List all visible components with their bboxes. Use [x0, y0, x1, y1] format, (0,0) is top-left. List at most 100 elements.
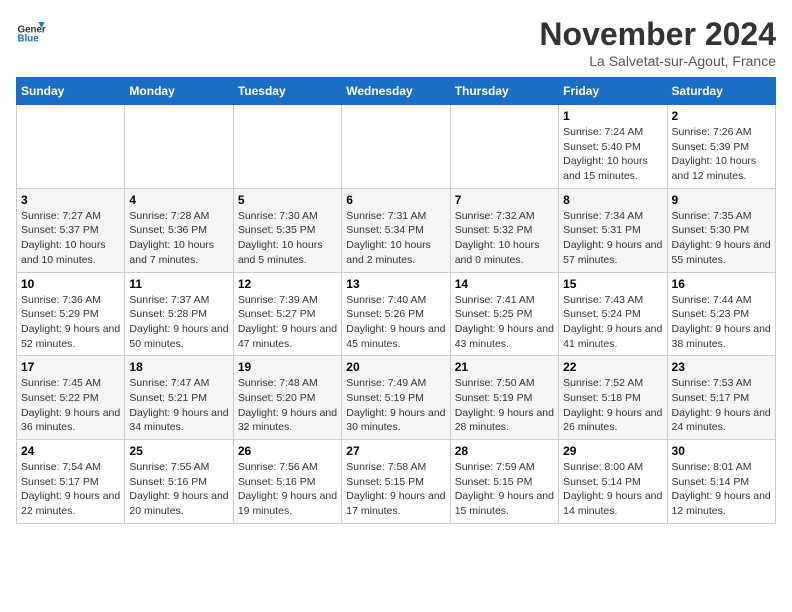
- calendar-cell: 6Sunrise: 7:31 AM Sunset: 5:34 PM Daylig…: [342, 188, 450, 272]
- day-info: Sunrise: 7:56 AM Sunset: 5:16 PM Dayligh…: [238, 460, 337, 519]
- calendar-cell: 3 Sunrise: 7:27 AM Sunset: 5:37 PM Daylig…: [17, 188, 125, 272]
- calendar-cell: 14Sunrise: 7:41 AM Sunset: 5:25 PM Dayli…: [450, 272, 558, 356]
- calendar-header-row: SundayMondayTuesdayWednesdayThursdayFrid…: [17, 78, 776, 105]
- day-info: Sunrise: 7:34 AM Sunset: 5:31 PM Dayligh…: [563, 209, 662, 268]
- calendar-cell: 16Sunrise: 7:44 AM Sunset: 5:23 PM Dayli…: [667, 272, 775, 356]
- day-info: Sunrise: 7:24 AM Sunset: 5:40 PM Dayligh…: [563, 125, 662, 184]
- weekday-header-saturday: Saturday: [667, 78, 775, 105]
- day-info: Sunrise: 7:35 AM Sunset: 5:30 PM Dayligh…: [672, 209, 771, 268]
- day-info: Sunrise: 7:54 AM Sunset: 5:17 PM Dayligh…: [21, 460, 120, 519]
- calendar-cell: 25 Sunrise: 7:55 AM Sunset: 5:16 PM Dayli…: [125, 440, 233, 524]
- svg-text:Blue: Blue: [18, 34, 40, 45]
- day-number: 19: [238, 360, 337, 374]
- calendar-cell: 9 Sunrise: 7:35 AM Sunset: 5:30 PM Daylig…: [667, 188, 775, 272]
- calendar-cell: 15 Sunrise: 7:43 AM Sunset: 5:24 PM Dayli…: [559, 272, 667, 356]
- calendar-cell: 20Sunrise: 7:49 AM Sunset: 5:19 PM Dayli…: [342, 356, 450, 440]
- calendar-cell: 8 Sunrise: 7:34 AM Sunset: 5:31 PM Daylig…: [559, 188, 667, 272]
- day-number: 7: [455, 193, 554, 207]
- logo: General Blue: [16, 16, 46, 46]
- day-number: 22: [563, 360, 662, 374]
- calendar-cell: 10Sunrise: 7:36 AM Sunset: 5:29 PM Dayli…: [17, 272, 125, 356]
- calendar-cell: 26 Sunrise: 7:56 AM Sunset: 5:16 PM Dayli…: [233, 440, 341, 524]
- day-info: Sunrise: 8:00 AM Sunset: 5:14 PM Dayligh…: [563, 460, 662, 519]
- calendar-cell: 12 Sunrise: 7:39 AM Sunset: 5:27 PM Dayli…: [233, 272, 341, 356]
- calendar-cell: 29 Sunrise: 8:00 AM Sunset: 5:14 PM Dayli…: [559, 440, 667, 524]
- day-info: Sunrise: 7:45 AM Sunset: 5:22 PM Dayligh…: [21, 376, 120, 435]
- weekday-header-sunday: Sunday: [17, 78, 125, 105]
- day-number: 17: [21, 360, 120, 374]
- day-info: Sunrise: 7:52 AM Sunset: 5:18 PM Dayligh…: [563, 376, 662, 435]
- location: La Salvetat-sur-Agout, France: [539, 53, 776, 69]
- calendar-cell: 13 Sunrise: 7:40 AM Sunset: 5:26 PM Dayli…: [342, 272, 450, 356]
- day-number: 28: [455, 444, 554, 458]
- calendar-cell: 4 Sunrise: 7:28 AM Sunset: 5:36 PM Daylig…: [125, 188, 233, 272]
- day-info: Sunrise: 7:39 AM Sunset: 5:27 PM Dayligh…: [238, 293, 337, 352]
- calendar-cell: 11Sunrise: 7:37 AM Sunset: 5:28 PM Dayli…: [125, 272, 233, 356]
- calendar-week-1: 1 Sunrise: 7:24 AM Sunset: 5:40 PM Daylig…: [17, 105, 776, 189]
- calendar-cell: 17 Sunrise: 7:45 AM Sunset: 5:22 PM Dayli…: [17, 356, 125, 440]
- day-number: 5: [238, 193, 337, 207]
- calendar-cell: 7Sunrise: 7:32 AM Sunset: 5:32 PM Daylig…: [450, 188, 558, 272]
- calendar-cell: [17, 105, 125, 189]
- day-number: 29: [563, 444, 662, 458]
- day-number: 3: [21, 193, 120, 207]
- day-info: Sunrise: 7:27 AM Sunset: 5:37 PM Dayligh…: [21, 209, 120, 268]
- day-info: Sunrise: 7:53 AM Sunset: 5:17 PM Dayligh…: [672, 376, 771, 435]
- day-number: 4: [129, 193, 228, 207]
- day-info: Sunrise: 7:58 AM Sunset: 5:15 PM Dayligh…: [346, 460, 445, 519]
- day-number: 6: [346, 193, 445, 207]
- day-info: Sunrise: 7:47 AM Sunset: 5:21 PM Dayligh…: [129, 376, 228, 435]
- day-number: 10: [21, 277, 120, 291]
- calendar-table: SundayMondayTuesdayWednesdayThursdayFrid…: [16, 77, 776, 524]
- weekday-header-monday: Monday: [125, 78, 233, 105]
- day-number: 24: [21, 444, 120, 458]
- day-number: 15: [563, 277, 662, 291]
- day-info: Sunrise: 7:48 AM Sunset: 5:20 PM Dayligh…: [238, 376, 337, 435]
- weekday-header-thursday: Thursday: [450, 78, 558, 105]
- calendar-week-5: 24 Sunrise: 7:54 AM Sunset: 5:17 PM Dayli…: [17, 440, 776, 524]
- day-number: 11: [129, 277, 228, 291]
- weekday-header-wednesday: Wednesday: [342, 78, 450, 105]
- day-number: 2: [672, 109, 771, 123]
- calendar-cell: 2 Sunrise: 7:26 AM Sunset: 5:39 PM Daylig…: [667, 105, 775, 189]
- month-title: November 2024: [539, 16, 776, 53]
- calendar-cell: [450, 105, 558, 189]
- calendar-cell: 28 Sunrise: 7:59 AM Sunset: 5:15 PM Dayli…: [450, 440, 558, 524]
- calendar-cell: [125, 105, 233, 189]
- day-info: Sunrise: 7:40 AM Sunset: 5:26 PM Dayligh…: [346, 293, 445, 352]
- day-info: Sunrise: 7:28 AM Sunset: 5:36 PM Dayligh…: [129, 209, 228, 268]
- day-info: Sunrise: 7:59 AM Sunset: 5:15 PM Dayligh…: [455, 460, 554, 519]
- calendar-cell: 27Sunrise: 7:58 AM Sunset: 5:15 PM Dayli…: [342, 440, 450, 524]
- weekday-header-tuesday: Tuesday: [233, 78, 341, 105]
- day-number: 18: [129, 360, 228, 374]
- calendar-cell: 18 Sunrise: 7:47 AM Sunset: 5:21 PM Dayli…: [125, 356, 233, 440]
- day-number: 1: [563, 109, 662, 123]
- day-info: Sunrise: 7:55 AM Sunset: 5:16 PM Dayligh…: [129, 460, 228, 519]
- day-number: 20: [346, 360, 445, 374]
- day-number: 30: [672, 444, 771, 458]
- calendar-cell: 21 Sunrise: 7:50 AM Sunset: 5:19 PM Dayli…: [450, 356, 558, 440]
- calendar-cell: 22 Sunrise: 7:52 AM Sunset: 5:18 PM Dayli…: [559, 356, 667, 440]
- calendar-cell: [342, 105, 450, 189]
- calendar-cell: 24 Sunrise: 7:54 AM Sunset: 5:17 PM Dayli…: [17, 440, 125, 524]
- calendar-week-4: 17 Sunrise: 7:45 AM Sunset: 5:22 PM Dayli…: [17, 356, 776, 440]
- day-info: Sunrise: 7:50 AM Sunset: 5:19 PM Dayligh…: [455, 376, 554, 435]
- calendar-cell: 23 Sunrise: 7:53 AM Sunset: 5:17 PM Dayli…: [667, 356, 775, 440]
- day-number: 8: [563, 193, 662, 207]
- day-number: 21: [455, 360, 554, 374]
- day-info: Sunrise: 7:30 AM Sunset: 5:35 PM Dayligh…: [238, 209, 337, 268]
- day-info: Sunrise: 7:43 AM Sunset: 5:24 PM Dayligh…: [563, 293, 662, 352]
- day-number: 25: [129, 444, 228, 458]
- calendar-cell: 30Sunrise: 8:01 AM Sunset: 5:14 PM Dayli…: [667, 440, 775, 524]
- day-info: Sunrise: 7:26 AM Sunset: 5:39 PM Dayligh…: [672, 125, 771, 184]
- calendar-week-2: 3 Sunrise: 7:27 AM Sunset: 5:37 PM Daylig…: [17, 188, 776, 272]
- day-number: 23: [672, 360, 771, 374]
- day-number: 26: [238, 444, 337, 458]
- day-number: 12: [238, 277, 337, 291]
- day-number: 9: [672, 193, 771, 207]
- day-number: 14: [455, 277, 554, 291]
- day-number: 16: [672, 277, 771, 291]
- day-number: 13: [346, 277, 445, 291]
- page-header: General Blue November 2024 La Salvetat-s…: [16, 16, 776, 69]
- calendar-cell: 19 Sunrise: 7:48 AM Sunset: 5:20 PM Dayli…: [233, 356, 341, 440]
